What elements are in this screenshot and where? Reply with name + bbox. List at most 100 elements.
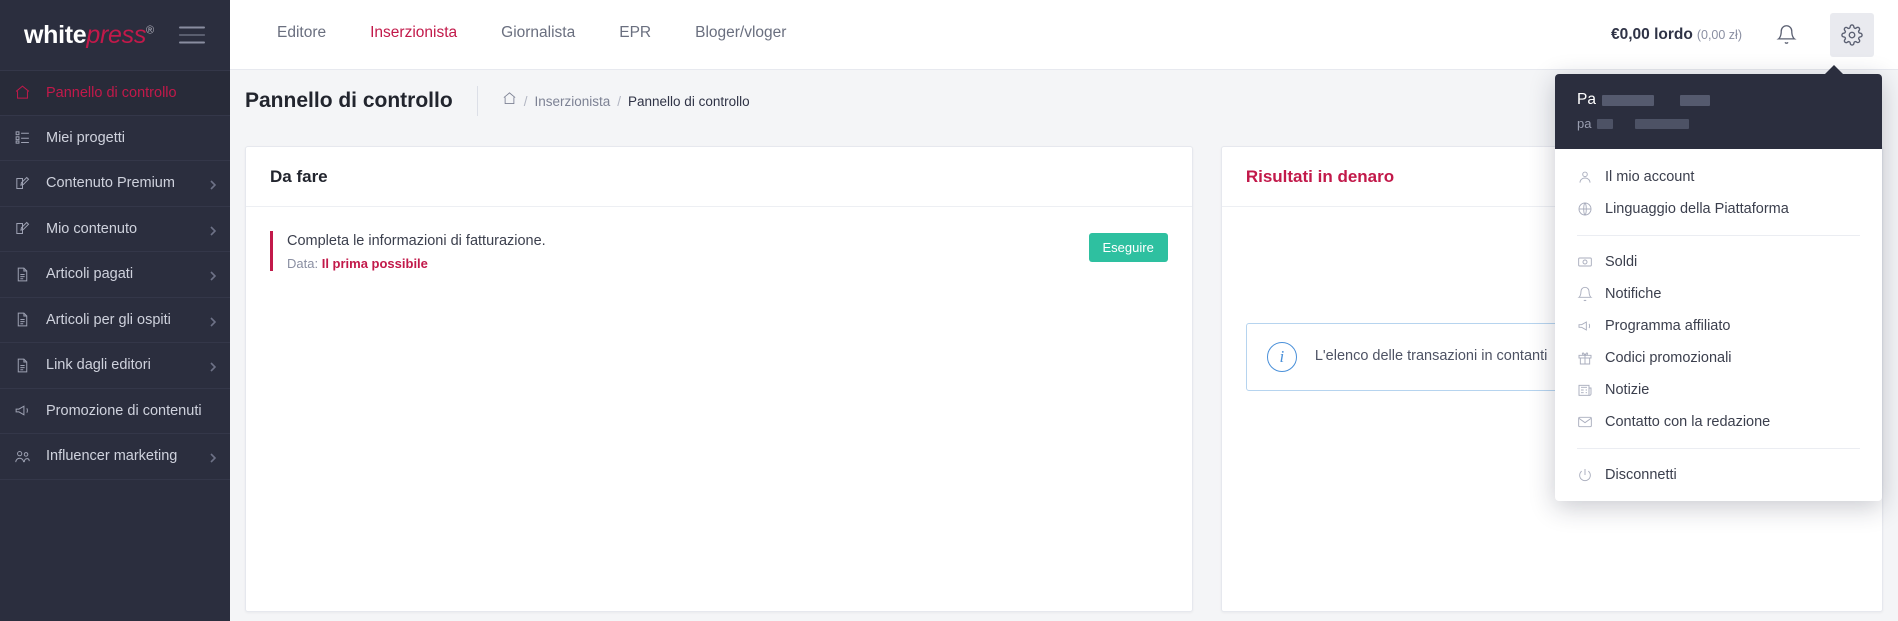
user-icon: [1577, 169, 1605, 186]
header-balance-gross: €0,00 lordo: [1611, 25, 1693, 43]
dropdown-divider: [1577, 448, 1860, 449]
chevron-right-icon[interactable]: [210, 315, 217, 327]
logo-part-press: press: [86, 20, 147, 49]
tab-inserzionista[interactable]: Inserzionista: [348, 0, 479, 69]
chevron-right-icon[interactable]: [210, 269, 217, 281]
chevron-right-icon[interactable]: [210, 178, 217, 190]
dropdown-item-label: Notizie: [1605, 382, 1650, 398]
info-icon: i: [1266, 342, 1297, 372]
sidebar-item-label: Influencer marketing: [46, 448, 178, 465]
breadcrumb-separator-1: /: [523, 93, 528, 109]
mail-icon: [1577, 414, 1605, 431]
sidebar-item-miei-progetti[interactable]: Miei progetti: [0, 116, 230, 161]
dropdown-item-label: Codici promozionali: [1605, 350, 1732, 366]
edit-icon: [14, 174, 40, 192]
gear-icon[interactable]: [1830, 12, 1874, 57]
dropdown-arrow: [1824, 65, 1844, 75]
sidebar-item-pannello-di-controllo[interactable]: Pannello di controllo: [0, 70, 230, 116]
dropdown-user-name: Pa: [1577, 91, 1860, 109]
sidebar-nav: Pannello di controllo Miei progetti Conten…: [0, 70, 230, 480]
dropdown-item-notizie[interactable]: Notizie: [1555, 374, 1882, 406]
sidebar-item-label: Pannello di controllo: [46, 84, 177, 101]
dropdown-item-notifiche[interactable]: Notifiche: [1555, 278, 1882, 310]
breadcrumb: / Inserzionista / Pannello di controllo: [476, 86, 750, 116]
todo-card-body: Completa le informazioni di fatturazione…: [246, 207, 1192, 611]
sidebar-item-label: Promozione di contenuti: [46, 402, 202, 419]
home-icon[interactable]: [502, 91, 517, 111]
file-icon: [14, 356, 40, 374]
redacted-email-part-1: [1597, 118, 1614, 129]
todo-card: Da fare Completa le informazioni di fatt…: [245, 146, 1193, 612]
dropdown-user-email: pa: [1577, 116, 1860, 131]
home-icon: [14, 84, 40, 102]
redacted-email-part-2: [1635, 118, 1690, 129]
sidebar-item-influencer-marketing[interactable]: Influencer marketing: [0, 434, 230, 480]
todo-item-meta: Data: Il prima possibile: [287, 256, 1089, 271]
app-root: whitepress® Pannello di controllo Miei pr…: [0, 0, 1898, 621]
users-icon: [14, 447, 40, 465]
bell-icon[interactable]: [1764, 13, 1808, 57]
dropdown-user-header: Pa pa: [1555, 74, 1882, 149]
execute-button[interactable]: Eseguire: [1088, 233, 1168, 262]
hamburger-icon[interactable]: [179, 26, 205, 44]
sidebar-item-link-dagli-editori[interactable]: Link dagli editori: [0, 343, 230, 389]
todo-meta-value: Il prima possibile: [321, 256, 428, 272]
chevron-right-icon[interactable]: [210, 360, 217, 372]
sidebar-item-label: Contenuto Premium: [46, 175, 175, 192]
sidebar-item-label: Articoli per gli ospiti: [46, 311, 171, 328]
logo-registered-mark: ®: [146, 24, 154, 37]
tab-giornalista[interactable]: Giornalista: [479, 0, 597, 69]
topbar: Editore Inserzionista Giornalista EPR Bloger…: [230, 0, 1898, 70]
chevron-right-icon[interactable]: [210, 224, 217, 236]
dropdown-item-label: Linguaggio della Piattaforma: [1605, 201, 1789, 217]
dropdown-item-label: Il mio account: [1605, 169, 1695, 185]
dropdown-item-label: Contatto con la redazione: [1605, 414, 1771, 430]
dropdown-item-programma-affiliato[interactable]: Programma affiliato: [1555, 310, 1882, 342]
sidebar-item-mio-contenuto[interactable]: Mio contenuto: [0, 207, 230, 252]
gift-icon: [1577, 350, 1605, 367]
sidebar-item-articoli-pagati[interactable]: Articoli pagati: [0, 252, 230, 298]
redacted-name-part-2: [1679, 94, 1710, 106]
edit-icon: [14, 220, 40, 238]
dropdown-item-label: Notifiche: [1605, 286, 1662, 302]
chevron-right-icon[interactable]: [210, 451, 217, 463]
dropdown-item-label: Programma affiliato: [1605, 318, 1731, 334]
power-icon: [1577, 467, 1605, 484]
topbar-tabs: Editore Inserzionista Giornalista EPR Bloger…: [230, 0, 808, 69]
news-icon: [1577, 382, 1605, 399]
dropdown-item-soldi[interactable]: Soldi: [1555, 246, 1882, 278]
brand-header: whitepress®: [0, 0, 230, 70]
tab-epr[interactable]: EPR: [597, 0, 673, 69]
topbar-right: €0,00 lordo (0,00 zł): [1611, 0, 1898, 69]
dropdown-divider: [1577, 235, 1860, 236]
dropdown-item-disconnetti[interactable]: Disconnetti: [1555, 459, 1882, 491]
breadcrumb-item-current: Pannello di controllo: [628, 93, 750, 109]
dropdown-item-il-mio-account[interactable]: Il mio account: [1555, 161, 1882, 193]
dropdown-item-label: Disconnetti: [1605, 467, 1677, 483]
header-balance: €0,00 lordo (0,00 zł): [1611, 26, 1742, 44]
bell-icon: [1577, 286, 1605, 303]
sidebar-item-label: Link dagli editori: [46, 357, 151, 374]
sidebar-item-label: Articoli pagati: [46, 266, 134, 283]
list-icon: [14, 129, 40, 147]
todo-item: Completa le informazioni di fatturazione…: [270, 231, 1168, 272]
dropdown-item-codici-promozionali[interactable]: Codici promozionali: [1555, 342, 1882, 374]
sidebar-item-contenuto-premium[interactable]: Contenuto Premium: [0, 161, 230, 207]
breadcrumb-separator-2: /: [617, 93, 622, 109]
breadcrumb-item-inserzionista[interactable]: Inserzionista: [534, 94, 610, 109]
dropdown-item-linguaggio-della-piattaforma[interactable]: Linguaggio della Piattaforma: [1555, 193, 1882, 225]
dropdown-item-contatto-con-la-redazione[interactable]: Contatto con la redazione: [1555, 406, 1882, 438]
dropdown-item-label: Soldi: [1605, 254, 1638, 270]
sidebar-item-articoli-per-gli-ospiti[interactable]: Articoli per gli ospiti: [0, 298, 230, 343]
todo-card-title: Da fare: [246, 147, 1192, 207]
sidebar-item-label: Mio contenuto: [46, 220, 138, 237]
dropdown-user-name-prefix: Pa: [1577, 91, 1596, 108]
todo-item-title: Completa le informazioni di fatturazione…: [287, 233, 546, 249]
tab-bloger-vloger[interactable]: Bloger/vloger: [673, 0, 808, 69]
whitepress-logo[interactable]: whitepress®: [24, 21, 154, 50]
header-balance-sub: (0,00 zł): [1696, 27, 1742, 42]
sidebar-item-promozione-di-contenuti[interactable]: Promozione di contenuti: [0, 389, 230, 434]
sidebar-item-label: Miei progetti: [46, 129, 125, 146]
money-icon: [1577, 254, 1605, 271]
tab-editore[interactable]: Editore: [255, 0, 348, 69]
